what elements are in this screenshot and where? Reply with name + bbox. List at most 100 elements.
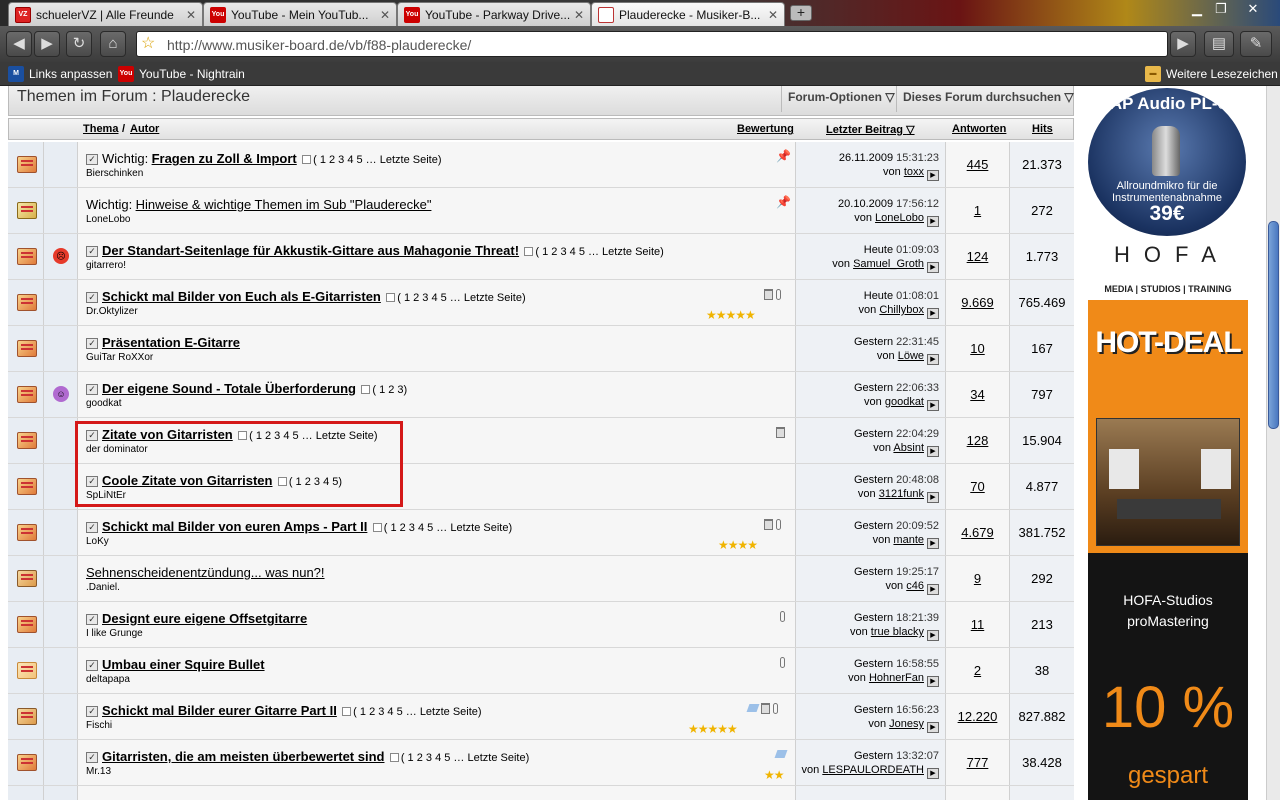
thread-title-link[interactable]: Umbau einer Squire Bullet: [102, 657, 265, 672]
scrollbar-thumb[interactable]: [1268, 221, 1279, 429]
thread-author[interactable]: goodkat: [86, 398, 122, 409]
close-icon[interactable]: ✕: [378, 8, 392, 22]
thread-title-link[interactable]: Hinweise & wichtige Themen im Sub "Plaud…: [136, 197, 432, 212]
thread-author[interactable]: SpLiNtEr: [86, 490, 126, 501]
close-icon[interactable]: ✕: [184, 8, 198, 22]
thread-pages[interactable]: ( 1 2 3 4 5 … Letzte Seite): [397, 292, 525, 304]
reply-count[interactable]: 9.669: [946, 295, 1009, 310]
bookmark-star-icon[interactable]: ☆: [141, 35, 159, 53]
page-menu-icon[interactable]: ▤: [1204, 31, 1234, 57]
bookmark-links-anpassen[interactable]: M Links anpassen: [8, 66, 112, 82]
thread-pages[interactable]: ( 1 2 3 4 5 … Letzte Seite): [249, 430, 377, 442]
goto-last-post-icon[interactable]: ▶: [927, 354, 939, 365]
thread-title-link[interactable]: Designt eure eigene Offsetgitarre: [102, 611, 307, 626]
last-poster-link[interactable]: HohnerFan: [869, 672, 924, 684]
page-scrollbar[interactable]: [1266, 86, 1280, 800]
thread-title-link[interactable]: Gitarristen, die am meisten überbewertet…: [102, 749, 384, 764]
home-icon[interactable]: ⌂: [100, 31, 126, 57]
thread-author[interactable]: gitarrero!: [86, 260, 126, 271]
address-bar[interactable]: ☆ http://www.musiker-board.de/vb/f88-pla…: [136, 31, 1168, 57]
reply-count[interactable]: 2: [946, 663, 1009, 678]
thread-author[interactable]: LoneLobo: [86, 214, 131, 225]
thread-author[interactable]: GuiTar RoXXor: [86, 352, 153, 363]
goto-last-post-icon[interactable]: ▶: [927, 584, 939, 595]
thread-pages[interactable]: ( 1 2 3 4 5): [289, 476, 342, 488]
reply-count[interactable]: 128: [946, 433, 1009, 448]
reply-count[interactable]: 1: [946, 203, 1009, 218]
thread-title-link[interactable]: Fragen zu Zoll & Import: [152, 151, 297, 166]
goto-last-post-icon[interactable]: ▶: [927, 538, 939, 549]
thread-title-link[interactable]: Schickt mal Bilder von Euch als E-Gitarr…: [102, 289, 381, 304]
last-poster-link[interactable]: LoneLobo: [875, 212, 924, 224]
tab-youtube-parkway[interactable]: You YouTube - Parkway Drive... ✕: [397, 2, 591, 26]
close-icon[interactable]: ✕: [766, 8, 780, 22]
reply-count[interactable]: 124: [946, 249, 1009, 264]
goto-last-post-icon[interactable]: ▶: [927, 630, 939, 641]
goto-last-post-icon[interactable]: ▶: [927, 262, 939, 273]
reply-count[interactable]: 70: [946, 479, 1009, 494]
last-poster-link[interactable]: Absint: [893, 442, 924, 454]
restore-icon[interactable]: ❐: [1206, 0, 1236, 18]
sort-autor-link[interactable]: Autor: [130, 123, 159, 135]
back-arrow-icon[interactable]: ◀: [6, 31, 32, 57]
wrench-icon[interactable]: ✎: [1240, 31, 1272, 57]
last-poster-link[interactable]: toxx: [904, 166, 924, 178]
thread-author[interactable]: deltapapa: [86, 674, 130, 685]
goto-last-post-icon[interactable]: ▶: [927, 170, 939, 181]
hofa-ad[interactable]: HOFA MEDIA | STUDIOS | TRAINING HOT-DEAL…: [1088, 238, 1248, 800]
sort-antworten-link[interactable]: Antworten: [952, 123, 1006, 135]
reply-count[interactable]: 4.679: [946, 525, 1009, 540]
reply-count[interactable]: 10: [946, 341, 1009, 356]
reply-count[interactable]: 11: [946, 617, 1009, 632]
thread-pages[interactable]: ( 1 2 3 4 5 … Letzte Seite): [384, 522, 512, 534]
bookmark-youtube-nightrain[interactable]: You YouTube - Nightrain: [118, 66, 245, 82]
goto-last-post-icon[interactable]: ▶: [927, 676, 939, 687]
thread-pages[interactable]: ( 1 2 3 4 5 … Letzte Seite): [401, 752, 529, 764]
thread-author[interactable]: I like Grunge: [86, 628, 143, 639]
last-poster-link[interactable]: Löwe: [898, 350, 924, 362]
goto-last-post-icon[interactable]: ▶: [927, 722, 939, 733]
thread-title-link[interactable]: Sehnenscheidenentzündung... was nun?!: [86, 565, 325, 580]
thread-title-link[interactable]: Schickt mal Bilder von euren Amps - Part…: [102, 519, 367, 534]
reply-count[interactable]: 34: [946, 387, 1009, 402]
last-poster-link[interactable]: c46: [906, 580, 924, 592]
new-tab-button[interactable]: +: [790, 5, 812, 21]
last-poster-link[interactable]: LESPAULORDEATH: [822, 764, 924, 776]
thread-author[interactable]: .Daniel.: [86, 582, 120, 593]
goto-last-post-icon[interactable]: ▶: [927, 400, 939, 411]
thread-pages[interactable]: ( 1 2 3 4 5 … Letzte Seite): [535, 246, 663, 258]
last-poster-link[interactable]: Chillybox: [879, 304, 924, 316]
thread-pages[interactable]: ( 1 2 3 4 5 … Letzte Seite): [353, 706, 481, 718]
dap-audio-ad[interactable]: DAP Audio PL-07 Allroundmikro für die In…: [1088, 88, 1246, 236]
reply-count[interactable]: 445: [946, 157, 1009, 172]
thread-title-link[interactable]: Schickt mal Bilder eurer Gitarre Part II: [102, 703, 337, 718]
reply-count[interactable]: 12.220: [946, 709, 1009, 724]
forum-search-menu[interactable]: Dieses Forum durchsuchen ▽: [896, 86, 1080, 112]
thread-author[interactable]: Fischi: [86, 720, 112, 731]
tab-plauderecke[interactable]: MB Plauderecke - Musiker-B... ✕: [591, 2, 785, 26]
last-poster-link[interactable]: Jonesy: [889, 718, 924, 730]
sort-hits-link[interactable]: Hits: [1032, 123, 1053, 135]
thread-title-link[interactable]: Coole Zitate von Gitarristen: [102, 473, 272, 488]
thread-author[interactable]: der dominator: [86, 444, 148, 455]
thread-author[interactable]: Bierschinken: [86, 168, 143, 179]
other-bookmarks[interactable]: ▬ Weitere Lesezeichen: [1145, 66, 1278, 82]
tab-youtube-mein[interactable]: You YouTube - Mein YouTub... ✕: [203, 2, 397, 26]
reply-count[interactable]: 777: [946, 755, 1009, 770]
goto-last-post-icon[interactable]: ▶: [927, 492, 939, 503]
goto-last-post-icon[interactable]: ▶: [927, 446, 939, 457]
close-window-icon[interactable]: ✕: [1238, 0, 1268, 18]
sort-last-post-link[interactable]: Letzter Beitrag ▽: [826, 123, 915, 136]
sort-bewertung-link[interactable]: Bewertung: [737, 123, 794, 135]
forward-arrow-icon[interactable]: ▶: [34, 31, 60, 57]
thread-title-link[interactable]: Präsentation E-Gitarre: [102, 335, 240, 350]
thread-title-link[interactable]: Zitate von Gitarristen: [102, 427, 233, 442]
last-poster-link[interactable]: goodkat: [885, 396, 924, 408]
forum-options-menu[interactable]: Forum-Optionen ▽: [781, 86, 901, 112]
thread-author[interactable]: LoKy: [86, 536, 109, 547]
thread-pages[interactable]: ( 1 2 3 4 5 … Letzte Seite): [313, 154, 441, 166]
close-icon[interactable]: ✕: [572, 8, 586, 22]
thread-author[interactable]: Mr.13: [86, 766, 111, 777]
url-text[interactable]: http://www.musiker-board.de/vb/f88-plaud…: [167, 37, 471, 53]
thread-title-link[interactable]: Der Standart-Seitenlage für Akkustik-Git…: [102, 243, 519, 258]
